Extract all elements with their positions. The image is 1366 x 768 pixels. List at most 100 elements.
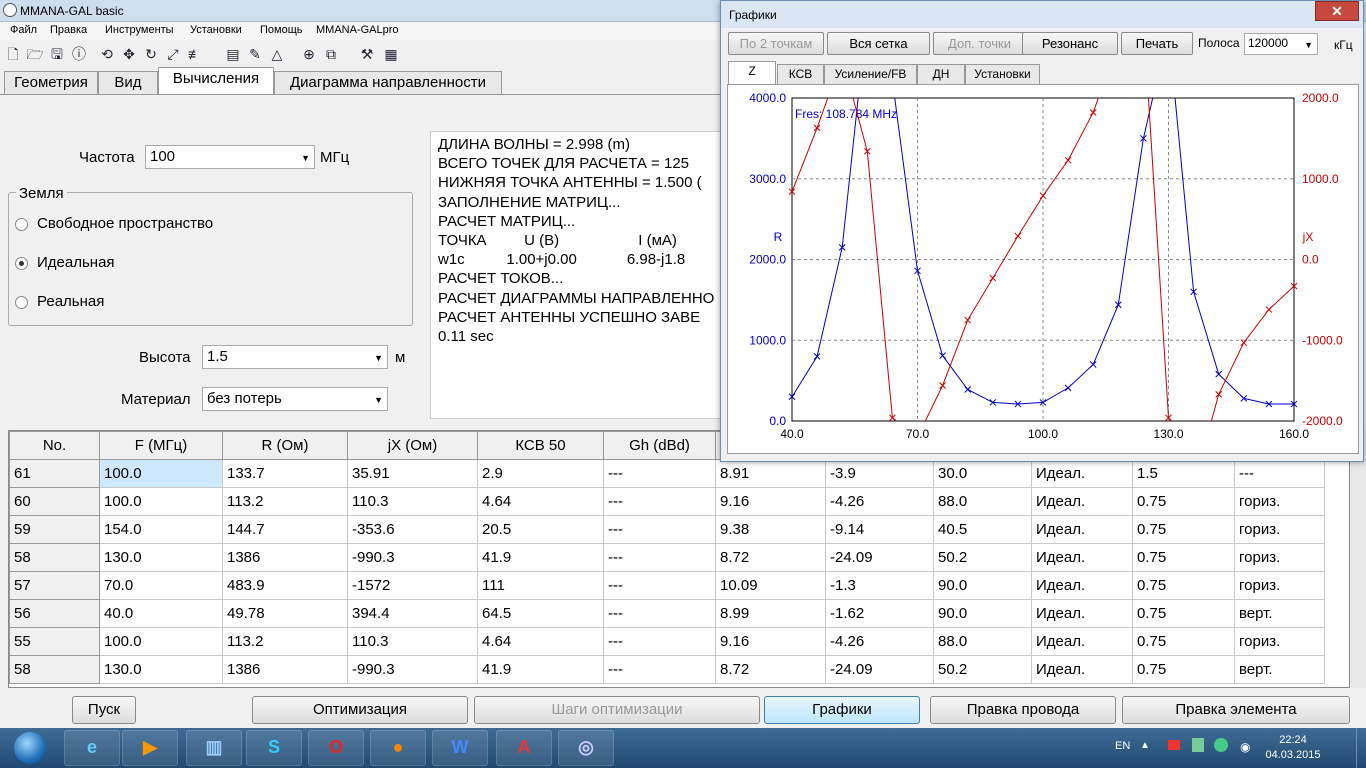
chevron-down-icon[interactable]: ▼ bbox=[374, 353, 383, 363]
table-cell[interactable]: 8.91 bbox=[715, 459, 826, 488]
table-cell[interactable]: 0.75 bbox=[1132, 655, 1235, 684]
table-cell[interactable]: 483.9 bbox=[222, 571, 348, 600]
word-icon[interactable]: W bbox=[432, 730, 488, 766]
table-cell[interactable]: -1.3 bbox=[825, 571, 934, 600]
table-cell[interactable]: 133.7 bbox=[222, 459, 348, 488]
table-cell[interactable]: --- bbox=[1234, 459, 1325, 488]
table-cell[interactable]: Идеал. bbox=[1031, 543, 1133, 572]
table-cell[interactable]: 9.16 bbox=[715, 627, 826, 656]
menu-file[interactable]: Файл bbox=[10, 24, 37, 36]
table-cell[interactable]: 0.75 bbox=[1132, 487, 1235, 516]
scale-icon[interactable]: ⤢ bbox=[164, 45, 182, 63]
graphs-button[interactable]: Графики bbox=[764, 696, 920, 724]
table-cell[interactable]: 100.0 bbox=[99, 487, 223, 516]
move-icon[interactable]: ✥ bbox=[120, 45, 138, 63]
table-cell[interactable]: 1386 bbox=[222, 543, 348, 572]
calculator-icon[interactable]: ▦ bbox=[382, 45, 400, 63]
internet-explorer-icon[interactable]: e bbox=[64, 730, 120, 766]
radio-perfect[interactable] bbox=[15, 257, 28, 270]
table-cell[interactable]: 8.99 bbox=[715, 599, 826, 628]
table-cell[interactable]: 50.2 bbox=[933, 543, 1032, 572]
table-cell[interactable]: 88.0 bbox=[933, 487, 1032, 516]
graph-tab-gain-fb[interactable]: Усиление/FB bbox=[824, 64, 917, 84]
copy-icon[interactable]: ⧉ bbox=[322, 45, 340, 63]
table-cell[interactable]: 0.75 bbox=[1132, 571, 1235, 600]
acrobat-icon[interactable]: A bbox=[496, 730, 552, 766]
table-row[interactable]: 60 100.0 113.2 110.3 4.64 --- 9.16 -4.26 88.0 Иде… bbox=[9, 487, 1325, 516]
volume-icon[interactable]: ◉ bbox=[1240, 740, 1250, 754]
table-cell[interactable]: Идеал. bbox=[1031, 599, 1133, 628]
table-cell[interactable]: 70.0 bbox=[99, 571, 223, 600]
table-cell[interactable]: -4.26 bbox=[825, 627, 934, 656]
table-cell[interactable]: Идеал. bbox=[1031, 515, 1133, 544]
table-cell[interactable]: 130.0 bbox=[99, 543, 223, 572]
show-desktop-button[interactable] bbox=[1356, 728, 1366, 768]
table-cell[interactable]: 154.0 bbox=[99, 515, 223, 544]
band-combo[interactable]: 120000 ▼ bbox=[1244, 33, 1318, 55]
table-cell[interactable]: гориз. bbox=[1234, 487, 1325, 516]
table-cell[interactable]: -24.09 bbox=[825, 655, 934, 684]
col-header[interactable]: jX (Ом) bbox=[347, 431, 478, 460]
col-header[interactable]: No. bbox=[9, 431, 100, 460]
menu-help[interactable]: Помощь bbox=[260, 24, 303, 36]
info-icon[interactable]: ⓘ bbox=[70, 45, 88, 63]
graph-tab-settings[interactable]: Установки bbox=[965, 64, 1040, 84]
table-cell[interactable]: гориз. bbox=[1234, 543, 1325, 572]
table-cell[interactable]: 50.2 bbox=[933, 655, 1032, 684]
table-cell[interactable]: -1.62 bbox=[825, 599, 934, 628]
chevron-down-icon[interactable]: ▼ bbox=[1304, 40, 1313, 50]
radio-real[interactable] bbox=[15, 296, 28, 309]
media-player-icon[interactable]: ▶ bbox=[122, 730, 178, 766]
table-cell[interactable]: --- bbox=[603, 655, 716, 684]
table-cell[interactable]: 55 bbox=[9, 627, 100, 656]
mmana-taskbar-icon[interactable]: ◎ bbox=[558, 730, 614, 766]
table-cell[interactable]: 4.64 bbox=[477, 487, 604, 516]
table-cell[interactable]: верт. bbox=[1234, 655, 1325, 684]
tab-pattern[interactable]: Диаграмма направленности bbox=[274, 71, 502, 95]
table-cell[interactable]: --- bbox=[603, 543, 716, 572]
skype-icon[interactable]: S bbox=[246, 730, 302, 766]
table-cell[interactable]: 0.75 bbox=[1132, 627, 1235, 656]
table-cell[interactable]: 110.3 bbox=[347, 627, 478, 656]
table-cell[interactable]: -990.3 bbox=[347, 543, 478, 572]
table-cell[interactable]: 110.3 bbox=[347, 487, 478, 516]
graph-tab-pattern[interactable]: ДН bbox=[917, 64, 965, 84]
chevron-down-icon[interactable]: ▼ bbox=[374, 395, 383, 405]
table-cell[interactable]: 2.9 bbox=[477, 459, 604, 488]
rotate-icon[interactable]: ⟲ bbox=[98, 45, 116, 63]
resonance-button[interactable]: Резонанс bbox=[1022, 32, 1118, 55]
table-cell[interactable]: 41.9 bbox=[477, 655, 604, 684]
optimize-button[interactable]: Оптимизация bbox=[252, 696, 468, 724]
table-cell[interactable]: гориз. bbox=[1234, 515, 1325, 544]
table-cell[interactable]: 111 bbox=[477, 571, 604, 600]
table-cell[interactable]: 41.9 bbox=[477, 543, 604, 572]
table-cell[interactable]: Идеал. bbox=[1031, 655, 1133, 684]
rotate-view-icon[interactable]: ↻ bbox=[142, 45, 160, 63]
table-cell[interactable]: 88.0 bbox=[933, 627, 1032, 656]
table-cell[interactable]: -9.14 bbox=[825, 515, 934, 544]
table-cell[interactable]: --- bbox=[603, 627, 716, 656]
table-row[interactable]: 57 70.0 483.9 -1572 111 --- 10.09 -1.3 90.0 Идеал… bbox=[9, 571, 1325, 600]
table-cell[interactable]: --- bbox=[603, 459, 716, 488]
table-cell[interactable]: гориз. bbox=[1234, 627, 1325, 656]
close-icon[interactable]: ✕ bbox=[1315, 1, 1359, 21]
table-cell[interactable]: --- bbox=[603, 571, 716, 600]
start-button[interactable]: Пуск bbox=[72, 696, 136, 724]
col-header[interactable]: F (МГц) bbox=[99, 431, 223, 460]
table-cell[interactable]: 8.72 bbox=[715, 543, 826, 572]
table-cell[interactable]: 9.16 bbox=[715, 487, 826, 516]
table-cell[interactable]: 0.75 bbox=[1132, 515, 1235, 544]
results-table[interactable]: No. F (МГц) R (Ом) jX (Ом) КСВ 50 Gh (dB… bbox=[8, 430, 1350, 688]
opera-icon[interactable]: O bbox=[308, 730, 364, 766]
triangle-icon[interactable]: △ bbox=[268, 45, 286, 63]
table-cell[interactable]: 1.5 bbox=[1132, 459, 1235, 488]
open-folder-icon[interactable]: 🗁 bbox=[26, 45, 44, 63]
save-icon[interactable]: 🖫 bbox=[48, 45, 66, 63]
table-cell[interactable]: 144.7 bbox=[222, 515, 348, 544]
table-cell[interactable]: 30.0 bbox=[933, 459, 1032, 488]
table-cell[interactable]: --- bbox=[603, 515, 716, 544]
table-cell[interactable]: 59 bbox=[9, 515, 100, 544]
table-cell[interactable]: 60 bbox=[9, 487, 100, 516]
tab-view[interactable]: Вид bbox=[98, 71, 158, 95]
table-cell[interactable]: -1572 bbox=[347, 571, 478, 600]
